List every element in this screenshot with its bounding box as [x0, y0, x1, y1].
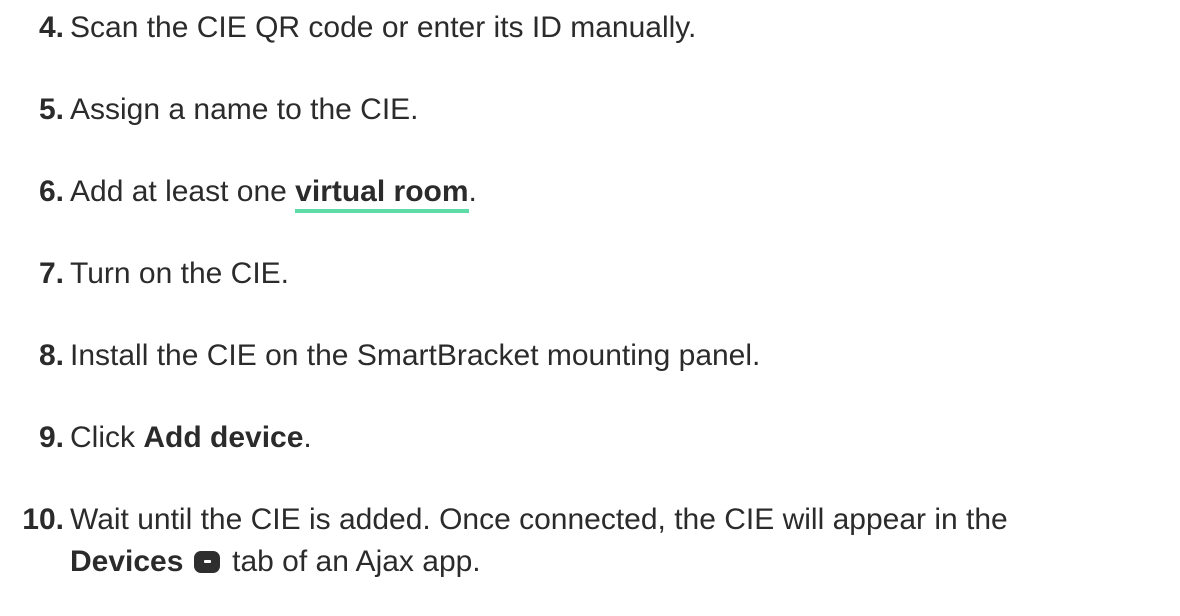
step-text-line-2: Devices tab of an Ajax app. [70, 541, 1170, 583]
step-number: 5. [38, 93, 64, 126]
step-text: Install the CIE on the SmartBracket moun… [70, 339, 761, 372]
step-text: Scan the CIE QR code or enter its ID man… [70, 11, 697, 44]
step-number: 9. [38, 421, 64, 454]
step-text: Click Add device. [70, 417, 1170, 459]
step-number: 10. [22, 503, 64, 536]
step-text: Turn on the CIE. [70, 257, 289, 290]
step-number: 7. [38, 257, 64, 290]
devices-label: Devices [70, 545, 184, 578]
step-text: Wait until the CIE is added. Once connec… [70, 499, 1170, 583]
step-text-line-1: Wait until the CIE is added. Once connec… [70, 503, 1008, 536]
step-text-after: . [468, 175, 477, 208]
step-text: Assign a name to the CIE. [70, 93, 419, 126]
step-text-after: tab of an Ajax app. [223, 545, 481, 578]
virtual-room-link[interactable]: virtual room [295, 175, 469, 213]
step-number: 6. [38, 175, 64, 208]
step-text-before: Add at least one [70, 175, 296, 208]
step-text-after: . [303, 421, 312, 454]
step-text-before: Click [70, 421, 144, 454]
step-number: 8. [38, 339, 64, 372]
step-number: 4. [38, 11, 64, 44]
add-device-label: Add device [143, 421, 304, 454]
devices-tab-icon [193, 551, 220, 573]
step-text: Add at least one virtual room. [70, 171, 1170, 213]
